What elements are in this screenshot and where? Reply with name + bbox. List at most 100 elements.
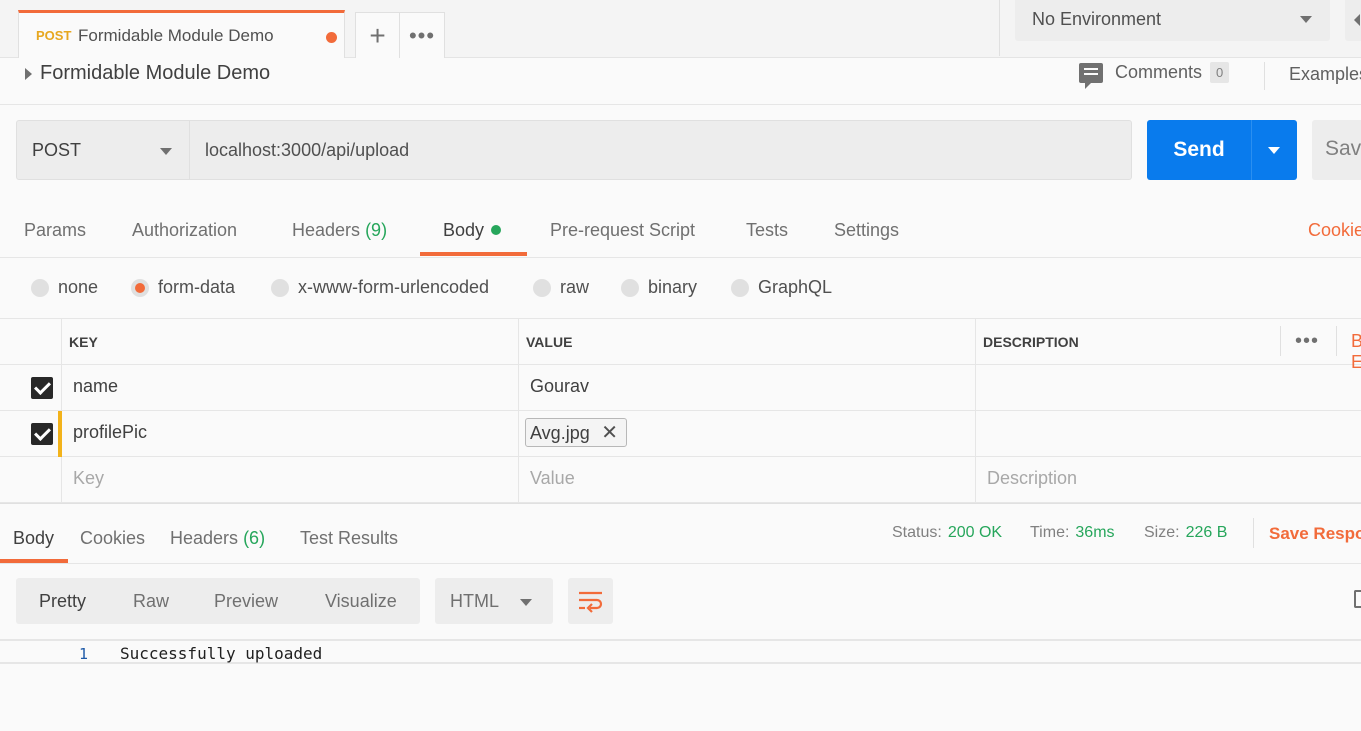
- status-divider: [1253, 518, 1254, 548]
- copy-icon[interactable]: [1354, 590, 1361, 608]
- row-key[interactable]: profilePic: [73, 422, 147, 443]
- tab-settings[interactable]: Settings: [834, 220, 899, 241]
- table-row: name Gourav: [0, 365, 1361, 411]
- radio-graphql[interactable]: GraphQL: [731, 277, 832, 298]
- row-checkbox[interactable]: [31, 377, 53, 399]
- table-row-empty: Key Value Description: [0, 457, 1361, 503]
- tab-tests[interactable]: Tests: [746, 220, 788, 241]
- radio-label: x-www-form-urlencoded: [298, 277, 490, 297]
- close-icon[interactable]: ✕: [601, 420, 618, 445]
- response-headers-label: Headers: [170, 528, 239, 548]
- examples-button[interactable]: Examples: [1289, 64, 1361, 85]
- response-time[interactable]: Time: 36ms: [1030, 524, 1115, 542]
- new-value-input[interactable]: Value: [530, 468, 575, 489]
- row-value[interactable]: Gourav: [530, 376, 589, 397]
- radio-none[interactable]: none: [31, 277, 98, 298]
- body-has-content-dot: [491, 225, 502, 235]
- environment-select[interactable]: No Environment: [1015, 0, 1330, 41]
- response-language-select[interactable]: HTML: [435, 578, 553, 624]
- new-key-input[interactable]: Key: [73, 468, 104, 489]
- response-size[interactable]: Size: 226 B: [1144, 524, 1227, 542]
- more-horizontal-icon[interactable]: •••: [1295, 330, 1319, 353]
- row-checkbox[interactable]: [31, 423, 53, 445]
- environment-selected-label: No Environment: [1032, 9, 1162, 29]
- tab-headers-count: (9): [365, 220, 388, 240]
- save-response-button[interactable]: Save Response: [1269, 524, 1361, 544]
- column-header-key: KEY: [61, 319, 518, 365]
- response-tab-headers[interactable]: Headers (6): [170, 528, 265, 549]
- tab-pre-request-script[interactable]: Pre-request Script: [550, 220, 695, 241]
- eye-icon: [1354, 14, 1360, 26]
- tab-body-label: Body: [443, 220, 485, 240]
- cookies-link[interactable]: Cookies: [1308, 220, 1361, 241]
- expand-caret-icon[interactable]: [25, 68, 32, 80]
- tab-params[interactable]: Params: [24, 220, 86, 241]
- row-focus-marker: [58, 411, 62, 457]
- comments-label: Comments: [1115, 62, 1203, 82]
- status-label: Status:: [892, 524, 942, 541]
- request-tab-formidable[interactable]: POST Formidable Module Demo: [18, 10, 345, 58]
- save-button[interactable]: Save: [1312, 120, 1361, 180]
- response-body-line: Successfully uploaded: [120, 644, 323, 663]
- environment-divider: [999, 0, 1000, 56]
- radio-binary[interactable]: binary: [621, 277, 697, 298]
- method-selected-label: POST: [32, 140, 82, 160]
- radio-label: binary: [648, 277, 698, 297]
- active-tab-indicator: [0, 559, 68, 563]
- url-input[interactable]: [189, 120, 1132, 180]
- format-raw[interactable]: Raw: [133, 591, 169, 612]
- time-value: 36ms: [1075, 524, 1115, 541]
- chevron-down-icon: [160, 148, 172, 155]
- chevron-down-icon: [520, 599, 532, 606]
- request-name-row: Formidable Module Demo Comments 0 Exampl…: [0, 58, 1361, 105]
- response-viewer: Pretty Raw Preview Visualize HTML 1 Succ…: [0, 564, 1361, 731]
- radio-label: none: [58, 277, 99, 297]
- method-select[interactable]: POST: [16, 120, 190, 180]
- send-button[interactable]: Send: [1147, 120, 1251, 180]
- format-visualize[interactable]: Visualize: [325, 591, 397, 612]
- radio-circle: [533, 278, 551, 297]
- column-header-value: VALUE: [518, 319, 975, 365]
- file-chip: Avg.jpg ✕: [525, 418, 627, 447]
- url-bar: POST Send Save: [0, 105, 1361, 196]
- format-pretty[interactable]: Pretty: [39, 591, 86, 612]
- time-label: Time:: [1030, 524, 1070, 541]
- chevron-down-icon: [1300, 16, 1312, 23]
- radio-raw[interactable]: raw: [533, 277, 589, 298]
- status-value: 200 OK: [947, 524, 1003, 541]
- size-value: 226 B: [1185, 524, 1228, 541]
- tab-body[interactable]: Body: [443, 220, 502, 241]
- chevron-down-icon: [1268, 147, 1280, 154]
- radio-x-www-form-urlencoded[interactable]: x-www-form-urlencoded: [271, 277, 489, 298]
- response-code-editor[interactable]: 1 Successfully uploaded: [0, 639, 1361, 664]
- format-preview[interactable]: Preview: [214, 591, 278, 612]
- row-key[interactable]: name: [73, 376, 118, 397]
- unsaved-changes-dot: [326, 32, 337, 43]
- response-tab-cookies[interactable]: Cookies: [80, 528, 145, 549]
- active-tab-indicator: [420, 252, 527, 256]
- environment-quick-look-button[interactable]: [1345, 0, 1361, 41]
- wrap-lines-button[interactable]: [568, 578, 613, 624]
- tab-method-badge: POST: [36, 28, 72, 43]
- radio-form-data[interactable]: form-data: [131, 277, 235, 298]
- new-tab-button[interactable]: +: [355, 12, 400, 58]
- response-headers-count: (6): [243, 528, 266, 548]
- response-status[interactable]: Status: 200 OK: [892, 524, 1002, 542]
- tab-options-button[interactable]: •••: [400, 12, 445, 58]
- response-tab-body[interactable]: Body: [13, 528, 54, 549]
- new-description-input[interactable]: Description: [987, 468, 1077, 489]
- radio-label: raw: [560, 277, 590, 297]
- radio-circle: [131, 278, 149, 297]
- tab-request-name: Formidable Module Demo: [78, 26, 274, 45]
- request-title[interactable]: Formidable Module Demo: [40, 62, 270, 85]
- tab-headers[interactable]: Headers (9): [292, 220, 387, 241]
- radio-label: GraphQL: [758, 277, 833, 297]
- comments-button[interactable]: Comments 0: [1079, 62, 1230, 89]
- response-tab-test-results[interactable]: Test Results: [300, 528, 398, 549]
- comment-icon: [1079, 62, 1103, 89]
- plus-icon: +: [369, 19, 386, 51]
- name-row-divider: [1264, 62, 1265, 90]
- send-options-button[interactable]: [1251, 120, 1297, 180]
- response-tabs: Body Cookies Headers (6) Test Results St…: [0, 503, 1361, 564]
- tab-authorization[interactable]: Authorization: [132, 220, 237, 241]
